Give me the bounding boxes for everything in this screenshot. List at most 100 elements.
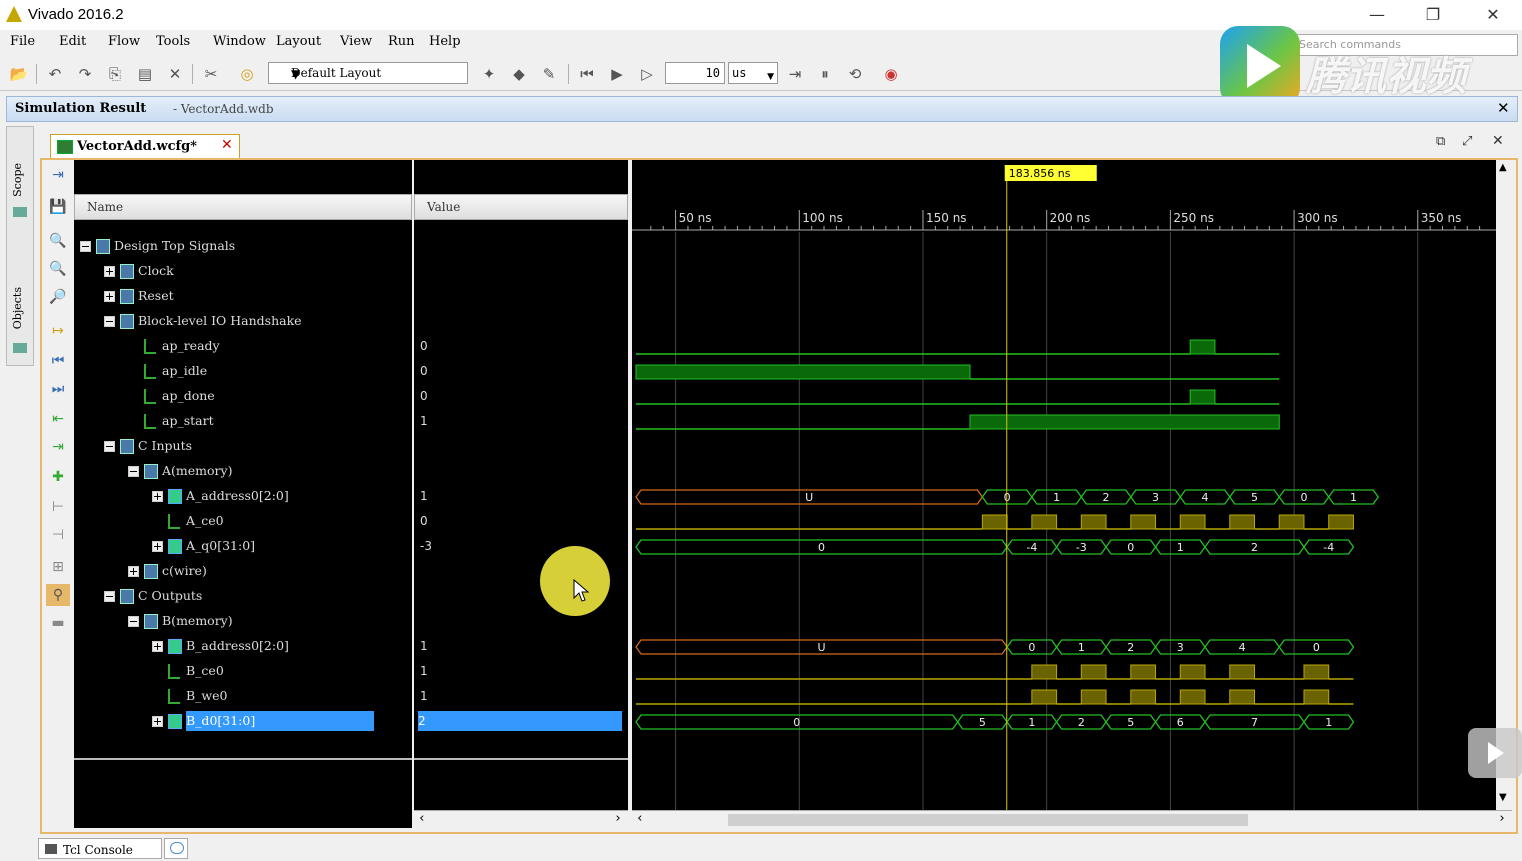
signal-row[interactable]: A(memory) — [74, 461, 412, 481]
run-for-icon[interactable]: ▷ — [636, 63, 658, 85]
zoom-in-icon[interactable]: 🔍 — [46, 230, 70, 252]
signal-row[interactable]: c(wire) — [74, 561, 412, 581]
scroll-left-icon[interactable]: ‹ — [418, 811, 426, 826]
expand-icon[interactable] — [104, 266, 115, 277]
menu-run[interactable]: Run — [388, 34, 415, 49]
signal-row[interactable]: ap_ready — [74, 336, 412, 356]
collapse-icon[interactable] — [128, 616, 139, 627]
signal-row[interactable]: C Inputs — [74, 436, 412, 456]
tab-messages[interactable] — [164, 838, 188, 859]
value-column-header[interactable]: Value — [414, 194, 628, 220]
signal-row[interactable]: Design Top Signals — [74, 236, 412, 256]
name-column-header[interactable]: Name — [74, 194, 412, 220]
expand-icon[interactable] — [152, 541, 163, 552]
run-time-input[interactable]: 10 — [665, 62, 725, 84]
scroll-right-icon[interactable]: › — [1498, 811, 1506, 826]
scroll-thumb[interactable] — [728, 814, 1248, 826]
close-tab-icon[interactable]: ✕ — [221, 137, 233, 153]
menu-help[interactable]: Help — [429, 34, 461, 49]
diamond-icon[interactable]: ◆ — [508, 63, 530, 85]
redo-icon[interactable]: ↷ — [74, 63, 96, 85]
float-ruler-icon[interactable]: ▬ — [46, 612, 70, 634]
go-to-start-icon[interactable]: ⏮ — [46, 350, 70, 372]
run-all-icon[interactable]: ▶ — [606, 63, 628, 85]
waveform-canvas[interactable]: 50 ns 100 ns 150 ns 200 ns 250 ns 300 ns 350 n… — [632, 160, 1496, 810]
auto-connect-icon[interactable]: ◎ — [236, 63, 258, 85]
copy-icon[interactable]: ⎘ — [104, 63, 126, 85]
expand-icon[interactable] — [152, 716, 163, 727]
collapse-icon[interactable] — [104, 591, 115, 602]
signal-row[interactable]: Block-level IO Handshake — [74, 311, 412, 331]
signal-row[interactable]: B_address0[2:0] — [74, 636, 412, 656]
signal-row[interactable]: ap_start — [74, 411, 412, 431]
tab-objects[interactable]: Objects — [11, 287, 24, 329]
pin-icon[interactable]: ✎ — [538, 63, 560, 85]
restart-icon[interactable]: ⏮ — [576, 63, 598, 85]
signal-row[interactable]: ap_done — [74, 386, 412, 406]
video-play-icon[interactable] — [1468, 728, 1522, 778]
menu-window[interactable]: Window — [213, 34, 266, 49]
menu-layout[interactable]: Layout — [276, 34, 321, 49]
menu-tools[interactable]: Tools — [156, 34, 190, 49]
open-project-icon[interactable]: 📂 — [8, 63, 30, 85]
close-panel-icon[interactable]: ✕ — [1492, 133, 1504, 149]
collapse-icon[interactable] — [104, 441, 115, 452]
add-marker-icon[interactable]: ✚ — [46, 466, 70, 488]
restore-icon[interactable]: ❐ — [1418, 4, 1448, 26]
waveform-pane[interactable]: 50 ns 100 ns 150 ns 200 ns 250 ns 300 ns 350 n… — [632, 160, 1496, 810]
relaunch-icon[interactable]: ⟲ — [844, 63, 866, 85]
close-icon[interactable]: ✕ — [1478, 4, 1508, 26]
signal-row[interactable]: A_address0[2:0] — [74, 486, 412, 506]
tab-vectoradd-wcfg[interactable]: VectorAdd.wcfg* ✕ — [50, 134, 240, 158]
signal-row[interactable]: B_ce0 — [74, 661, 412, 681]
help-icon[interactable]: ◉ — [880, 63, 902, 85]
menu-file[interactable]: File — [10, 34, 35, 49]
collapse-icon[interactable] — [128, 466, 139, 477]
vertical-scrollbar[interactable]: ▲ ▼ — [1496, 160, 1512, 810]
wave-horizontal-scrollbar[interactable]: ‹ › — [632, 810, 1512, 829]
signal-row[interactable]: C Outputs — [74, 586, 412, 606]
prev-marker-icon[interactable]: ⊢ — [46, 496, 70, 518]
go-to-end-icon[interactable]: ⏭ — [46, 378, 70, 400]
signal-row[interactable]: A_q0[31:0] — [74, 536, 412, 556]
signal-row[interactable]: B(memory) — [74, 611, 412, 631]
scroll-left-icon[interactable]: ‹ — [636, 811, 644, 826]
signal-row[interactable]: Clock — [74, 261, 412, 281]
next-marker-icon[interactable]: ⊣ — [46, 524, 70, 546]
next-transition-icon[interactable]: ⇥ — [46, 436, 70, 458]
marker-icon[interactable]: ✦ — [478, 63, 500, 85]
undo-icon[interactable]: ↶ — [44, 63, 66, 85]
collapse-icon[interactable] — [80, 241, 91, 252]
zoom-out-icon[interactable]: 🔍 — [46, 258, 70, 280]
scroll-up-icon[interactable]: ▲ — [1499, 162, 1507, 173]
signal-row[interactable]: Reset — [74, 286, 412, 306]
signal-row[interactable]: A_ce0 — [74, 511, 412, 531]
menu-edit[interactable]: Edit — [59, 34, 86, 49]
scroll-right-icon[interactable]: › — [614, 811, 622, 826]
minimize-icon[interactable]: — — [1362, 4, 1392, 26]
value-horizontal-scrollbar[interactable]: ‹ › — [414, 810, 628, 829]
pause-icon[interactable]: ⏸ — [814, 63, 836, 85]
go-to-icon[interactable]: ⇥ — [46, 164, 70, 186]
settings-icon[interactable]: ✂ — [200, 63, 222, 85]
float-icon[interactable]: ⧉ — [1436, 134, 1445, 149]
tab-scope[interactable]: Scope — [11, 163, 24, 197]
go-to-cursor-icon[interactable]: ↦ — [46, 320, 70, 342]
signal-row[interactable]: ap_idle — [74, 361, 412, 381]
tab-tcl-console[interactable]: Tcl Console — [38, 838, 162, 859]
paste-icon[interactable]: ▤ — [134, 63, 156, 85]
snap-icon[interactable]: ⚲ — [46, 584, 70, 606]
save-icon[interactable]: 💾 — [46, 196, 70, 218]
zoom-fit-icon[interactable]: 🔎 — [46, 286, 70, 308]
scroll-down-icon[interactable]: ▼ — [1499, 792, 1507, 803]
menu-flow[interactable]: Flow — [108, 34, 140, 49]
signal-row[interactable]: B_we0 — [74, 686, 412, 706]
prev-transition-icon[interactable]: ⇤ — [46, 408, 70, 430]
expand-icon[interactable] — [152, 491, 163, 502]
delete-icon[interactable]: ✕ — [164, 63, 186, 85]
layout-select[interactable]: Default Layout ▼ — [268, 62, 468, 84]
expand-icon[interactable] — [104, 291, 115, 302]
expand-icon[interactable] — [128, 566, 139, 577]
step-icon[interactable]: ⇥ — [784, 63, 806, 85]
menu-view[interactable]: View — [340, 34, 372, 49]
